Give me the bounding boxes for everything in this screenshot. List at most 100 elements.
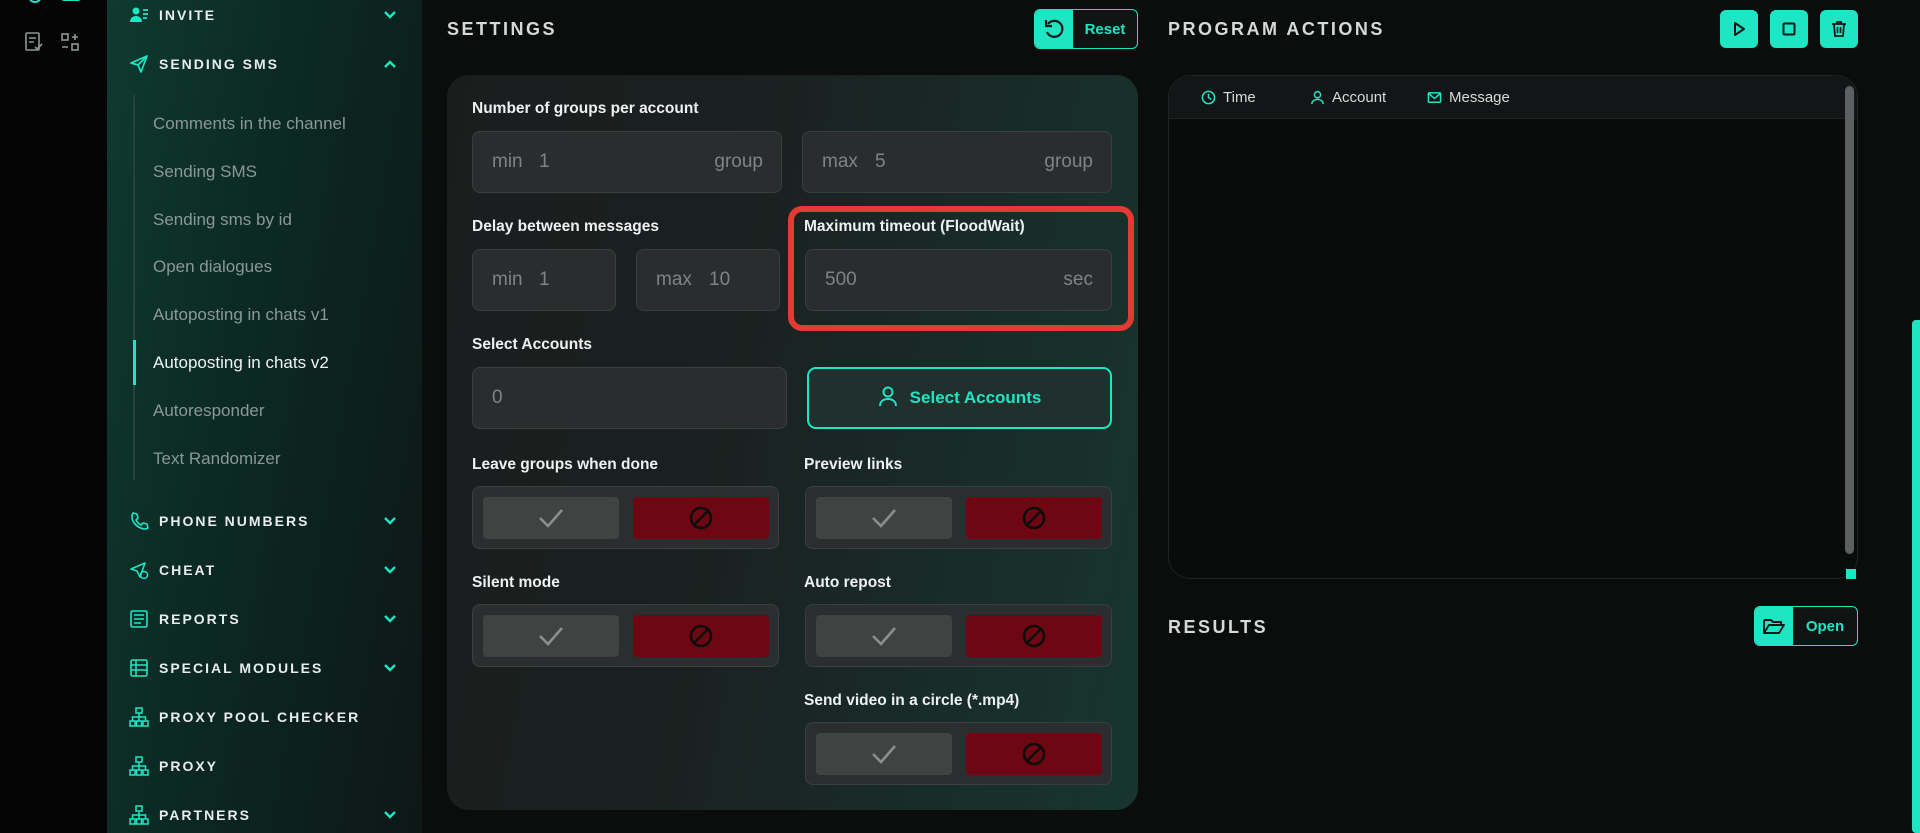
groups-min-value: 1 xyxy=(539,151,550,172)
check-icon[interactable] xyxy=(483,615,619,657)
chevron-down-icon xyxy=(381,659,399,677)
phone-icon xyxy=(129,511,149,531)
nav-proxy-pool-checker[interactable]: PROXY POOL CHECKER xyxy=(107,699,422,735)
groups-max-input[interactable]: max 5 group xyxy=(802,131,1112,193)
nav-phone-numbers[interactable]: PHONE NUMBERS xyxy=(107,503,422,539)
results-title: RESULTS xyxy=(1168,617,1269,637)
sidebar-item-sending-sms[interactable]: Sending SMS xyxy=(153,160,257,184)
task-list-icon[interactable] xyxy=(24,32,44,52)
groups-min-input[interactable]: min 1 group xyxy=(472,131,782,193)
open-results-button[interactable]: Open xyxy=(1754,606,1858,646)
chevron-down-icon xyxy=(381,610,399,628)
nav-special-modules-label: SPECIAL MODULES xyxy=(159,660,324,676)
check-icon[interactable] xyxy=(816,497,952,539)
nav-reports-label: REPORTS xyxy=(159,611,241,627)
sidebar-item-sending-sms-by-id[interactable]: Sending sms by id xyxy=(153,208,292,232)
nav-reports[interactable]: REPORTS xyxy=(107,601,422,637)
nav-cheat-label: CHEAT xyxy=(159,562,217,578)
delay-min-input[interactable]: min 1 xyxy=(472,249,616,311)
column-message[interactable]: Message xyxy=(1427,89,1510,106)
grid-table-icon xyxy=(129,658,149,678)
nav-phone-numbers-label: PHONE NUMBERS xyxy=(159,513,310,529)
column-time-label: Time xyxy=(1223,89,1256,106)
stop-icon xyxy=(1782,22,1796,36)
settings-icon[interactable] xyxy=(24,0,46,8)
auto-repost-toggle xyxy=(805,604,1112,667)
leave-groups-label: Leave groups when done xyxy=(472,456,659,473)
page-scrollbar[interactable] xyxy=(1912,320,1920,833)
nav-special-modules[interactable]: SPECIAL MODULES xyxy=(107,650,422,686)
program-actions-log[interactable]: Time Account Message xyxy=(1168,75,1858,579)
program-actions-title: PROGRAM ACTIONS xyxy=(1168,19,1385,39)
silent-mode-toggle xyxy=(472,604,779,667)
nav-partners[interactable]: PARTNERS xyxy=(107,797,422,833)
groups-per-account-label: Number of groups per account xyxy=(472,100,699,117)
column-time[interactable]: Time xyxy=(1201,89,1256,106)
column-message-label: Message xyxy=(1449,89,1510,106)
layout-swap-icon[interactable] xyxy=(60,32,80,52)
network-icon xyxy=(129,805,149,825)
chevron-down-icon xyxy=(381,512,399,530)
block-icon[interactable] xyxy=(966,497,1102,539)
send-video-toggle xyxy=(805,722,1112,785)
leave-groups-toggle xyxy=(472,486,779,549)
settings-title: SETTINGS xyxy=(447,19,558,39)
code-icon[interactable] xyxy=(60,0,82,8)
sidebar-item-autoresponder[interactable]: Autoresponder xyxy=(153,399,265,423)
reset-label: Reset xyxy=(1084,20,1126,38)
sidebar-item-text-randomizer[interactable]: Text Randomizer xyxy=(153,447,281,471)
network-icon xyxy=(129,756,149,776)
active-indicator xyxy=(133,340,136,385)
groups-max-value: 5 xyxy=(875,151,886,172)
nav-invite[interactable]: INVITE xyxy=(107,0,422,33)
check-icon[interactable] xyxy=(816,615,952,657)
nav-sending-sms-label: SENDING SMS xyxy=(159,56,280,72)
clear-log-button[interactable] xyxy=(1820,10,1858,48)
chevron-up-icon xyxy=(381,55,399,73)
block-icon[interactable] xyxy=(966,733,1102,775)
stop-button[interactable] xyxy=(1770,10,1808,48)
block-icon[interactable] xyxy=(966,615,1102,657)
min-prefix: min xyxy=(492,269,523,290)
nav-cheat[interactable]: CHEAT xyxy=(107,552,422,588)
delay-label: Delay between messages xyxy=(472,218,659,235)
min-prefix: min xyxy=(492,151,523,172)
sidebar: INVITE SENDING SMS Comments in the chann… xyxy=(107,0,422,833)
preview-links-toggle xyxy=(805,486,1112,549)
check-icon[interactable] xyxy=(483,497,619,539)
delay-max-value: 10 xyxy=(709,269,731,290)
mail-icon xyxy=(1427,92,1442,103)
select-accounts-button[interactable]: Select Accounts xyxy=(807,367,1112,429)
log-scrollbar[interactable] xyxy=(1845,86,1854,554)
submenu-guide-line xyxy=(133,95,135,480)
preview-links-label: Preview links xyxy=(804,456,903,473)
accounts-count-input[interactable]: 0 xyxy=(472,367,787,429)
nav-sending-sms[interactable]: SENDING SMS xyxy=(107,46,422,82)
sidebar-item-comments-in-channel[interactable]: Comments in the channel xyxy=(153,112,346,136)
report-icon xyxy=(129,609,149,629)
sidebar-item-autoposting-v1[interactable]: Autoposting in chats v1 xyxy=(153,303,329,327)
check-icon[interactable] xyxy=(816,733,952,775)
trash-icon xyxy=(1832,21,1846,37)
column-account[interactable]: Account xyxy=(1310,89,1386,106)
resize-handle[interactable] xyxy=(1846,569,1856,579)
nav-proxy[interactable]: PROXY xyxy=(107,748,422,784)
block-icon[interactable] xyxy=(633,615,769,657)
users-icon xyxy=(129,5,149,25)
auto-repost-label: Auto repost xyxy=(804,574,891,591)
start-button[interactable] xyxy=(1720,10,1758,48)
group-unit: group xyxy=(714,151,763,172)
select-accounts-button-label: Select Accounts xyxy=(909,388,1042,407)
max-prefix: max xyxy=(656,269,692,290)
sidebar-item-open-dialogues[interactable]: Open dialogues xyxy=(153,255,272,279)
delay-max-input[interactable]: max 10 xyxy=(636,249,780,311)
reset-icon xyxy=(1035,10,1073,48)
block-icon[interactable] xyxy=(633,497,769,539)
app-rail xyxy=(0,0,107,833)
reset-button[interactable]: Reset xyxy=(1034,9,1138,49)
sidebar-item-autoposting-v2[interactable]: Autoposting in chats v2 xyxy=(153,351,329,375)
log-header: Time Account Message xyxy=(1169,76,1857,119)
send-plus-icon xyxy=(129,560,149,580)
folder-open-icon xyxy=(1755,607,1793,645)
select-accounts-label: Select Accounts xyxy=(472,336,593,353)
